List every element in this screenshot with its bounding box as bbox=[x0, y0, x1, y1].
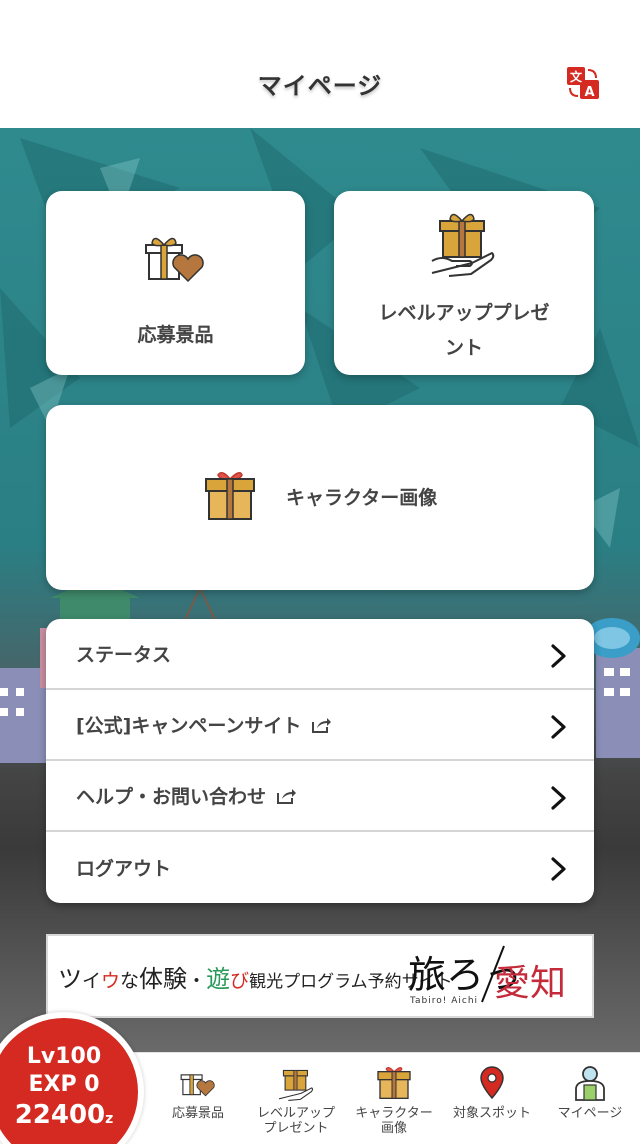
banner-char: 体験 bbox=[139, 964, 188, 993]
app-header: マイページ 文 A bbox=[0, 0, 640, 128]
tab-label: 対象スポット bbox=[452, 1106, 531, 1121]
tab-mypage[interactable]: マイページ bbox=[540, 1065, 640, 1121]
tabiro-aichi-banner[interactable]: ツイウな体験・遊び観光プログラム予約サイト 旅ろっ 愛知 Tabiro! Aic… bbox=[46, 934, 594, 1018]
levelup-card-label-line2: ント bbox=[444, 337, 483, 359]
tabiro-aichi-logo: 旅ろっ 愛知 Tabiro! Aichi bbox=[408, 942, 568, 1012]
gift-heart-icon bbox=[180, 1074, 215, 1097]
character-card-label: キャラクター画像 bbox=[286, 487, 438, 509]
tab-label: マイページ bbox=[557, 1106, 623, 1121]
prize-card[interactable]: 応募景品 bbox=[46, 191, 305, 375]
menu-item-help-contact[interactable]: ヘルプ・お問い合わせ bbox=[46, 761, 594, 832]
chevron-right-icon bbox=[551, 715, 566, 739]
tab-character-image[interactable]: キャラクター 画像 bbox=[344, 1065, 444, 1136]
exp-value: EXP 0 bbox=[28, 1072, 100, 1097]
menu-item-campaign-site[interactable]: [公式]キャンペーンサイト bbox=[46, 690, 594, 761]
tab-label: キャラクター bbox=[355, 1106, 433, 1121]
banner-char: ツ bbox=[58, 964, 82, 993]
level-value: Lv100 bbox=[26, 1044, 102, 1069]
tab-label: 応募景品 bbox=[171, 1106, 224, 1121]
banner-char: び bbox=[230, 969, 250, 992]
points-value: 22400 bbox=[14, 1100, 106, 1130]
external-link-icon bbox=[277, 788, 297, 804]
points-row: 22400z bbox=[0, 1100, 138, 1130]
gift-hand-icon bbox=[278, 1069, 314, 1101]
prize-card-label: 応募景品 bbox=[137, 324, 214, 346]
translate-icon[interactable]: 文 A bbox=[566, 66, 600, 100]
menu-item-label: [公式]キャンペーンサイト bbox=[76, 715, 302, 737]
tab-prize[interactable]: 応募景品 bbox=[148, 1065, 248, 1121]
tab-levelup-present[interactable]: レベルアップ プレゼント bbox=[246, 1065, 346, 1136]
levelup-card-label-line1: レベルアッププレゼ bbox=[378, 302, 550, 324]
person-icon bbox=[575, 1066, 605, 1101]
banner-char: ・ bbox=[187, 969, 207, 992]
menu-item-label: ヘルプ・お問い合わせ bbox=[76, 786, 267, 808]
svg-text:A: A bbox=[584, 85, 594, 100]
character-card[interactable]: キャラクター画像 bbox=[46, 405, 594, 590]
chevron-right-icon bbox=[551, 644, 566, 668]
page-title: マイページ bbox=[257, 71, 383, 100]
gift-box-icon bbox=[205, 472, 255, 520]
banner-char: イ bbox=[82, 969, 102, 992]
menu-item-label: ログアウト bbox=[76, 858, 172, 880]
svg-text:文: 文 bbox=[570, 69, 583, 84]
menu-item-logout[interactable]: ログアウト bbox=[46, 832, 594, 903]
chevron-right-icon bbox=[551, 857, 566, 881]
logo-sub: Tabiro! Aichi bbox=[410, 996, 479, 1006]
menu-list: ステータス [公式]キャンペーンサイト ヘルプ・お問い合わせ ログアウト bbox=[46, 619, 594, 903]
gift-hand-icon bbox=[431, 213, 495, 277]
tab-label: 画像 bbox=[380, 1121, 407, 1136]
chevron-right-icon bbox=[551, 786, 566, 810]
banner-tagline: ツイウな体験・遊び観光プログラム予約サイト bbox=[58, 959, 453, 994]
tab-target-spots[interactable]: 対象スポット bbox=[442, 1065, 542, 1121]
levelup-card[interactable]: レベルアッププレゼ ント bbox=[334, 191, 594, 375]
gift-box-icon bbox=[377, 1067, 411, 1099]
banner-char: 遊 bbox=[206, 964, 231, 993]
logo-aichi: 愛知 bbox=[494, 963, 567, 1004]
menu-item-status[interactable]: ステータス bbox=[46, 619, 594, 690]
banner-char: な bbox=[120, 969, 140, 992]
tab-label: レベルアップ bbox=[256, 1106, 335, 1121]
points-unit: z bbox=[105, 1111, 114, 1127]
banner-char: ウ bbox=[101, 969, 121, 992]
tab-label: プレゼント bbox=[263, 1121, 329, 1136]
external-link-icon bbox=[312, 717, 332, 733]
menu-item-label: ステータス bbox=[76, 644, 172, 666]
map-pin-icon bbox=[480, 1066, 504, 1100]
gift-heart-icon bbox=[145, 237, 204, 283]
